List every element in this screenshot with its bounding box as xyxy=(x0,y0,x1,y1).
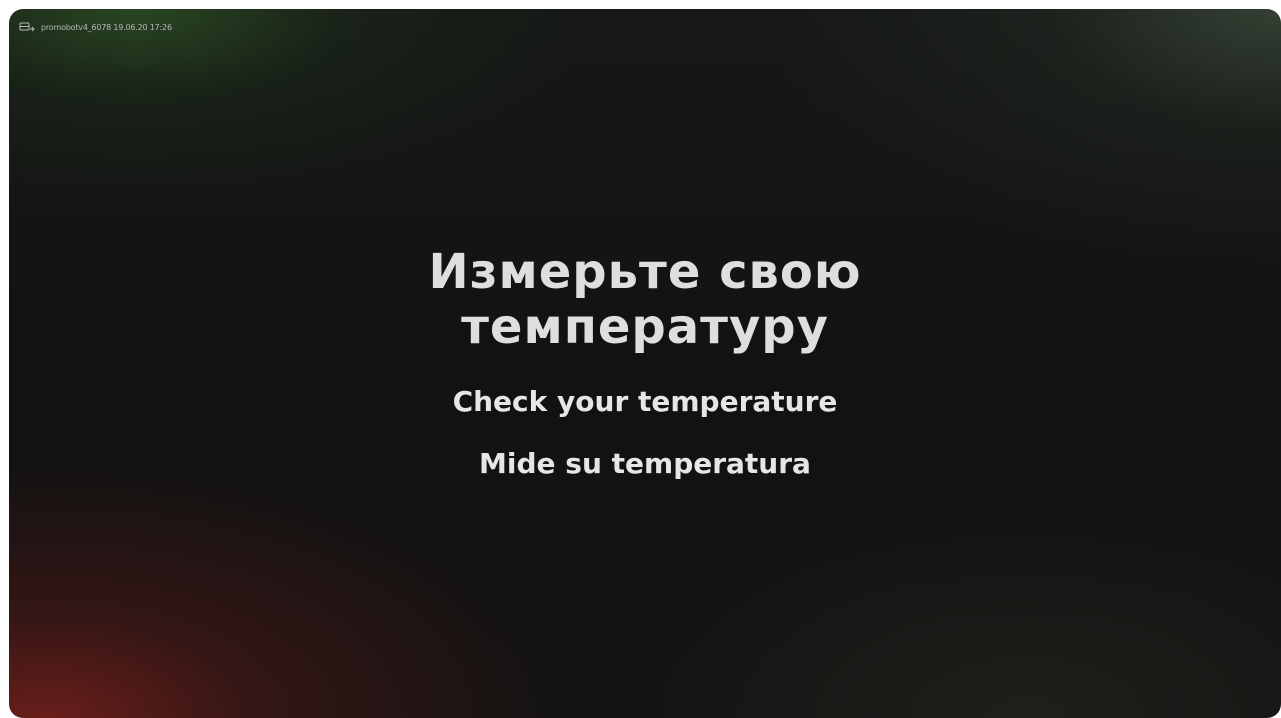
prompt-subtitle-spanish: Mide su temperatura xyxy=(479,447,811,480)
robot-display-screen: promobotv4_6078 19.06.20 17:26 Измерьте … xyxy=(9,9,1281,718)
prompt-content: Измерьте свою температуру Check your tem… xyxy=(9,245,1281,481)
prompt-subtitle-english: Check your temperature xyxy=(452,385,838,418)
device-info-bar: promobotv4_6078 19.06.20 17:26 xyxy=(19,22,172,33)
device-id-timestamp: promobotv4_6078 19.06.20 17:26 xyxy=(41,23,172,32)
prompt-title-russian: Измерьте свою температуру xyxy=(428,244,862,355)
device-monitor-icon xyxy=(19,22,35,33)
